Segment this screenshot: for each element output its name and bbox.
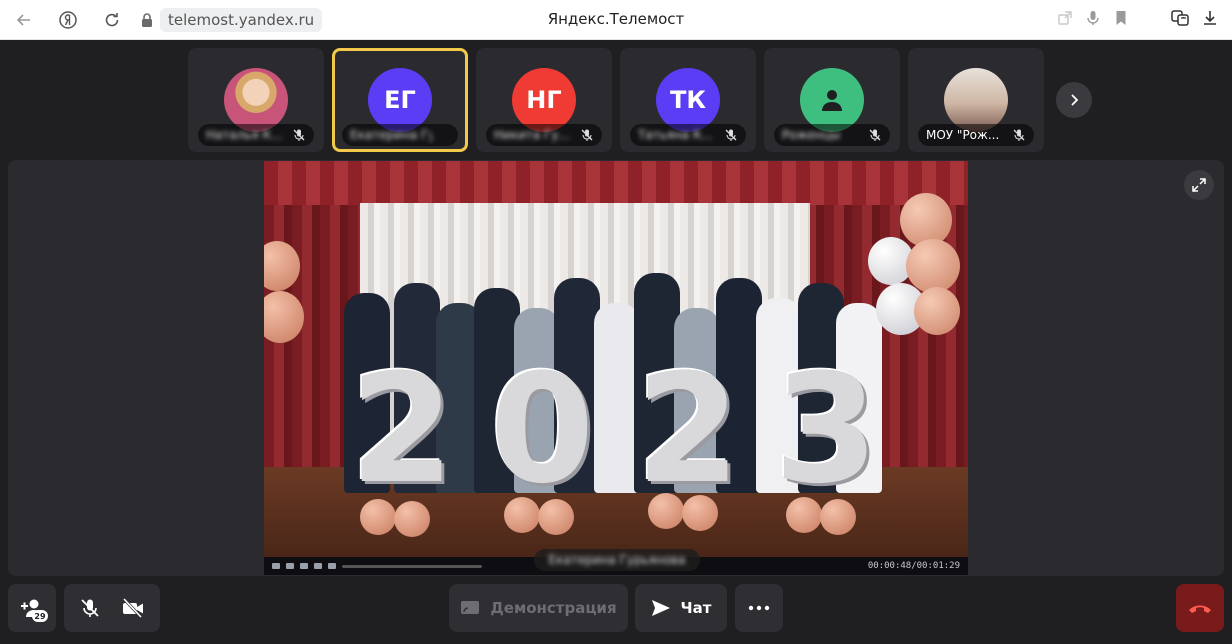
- balloon: [914, 287, 960, 335]
- mic-off-icon: [293, 129, 305, 141]
- screen-share-icon: [461, 601, 480, 614]
- participant-name: Роженцы: [782, 128, 841, 142]
- participant-avatar-photo: [944, 68, 1008, 132]
- prev-control-icon[interactable]: [314, 563, 322, 569]
- microphone-icon[interactable]: [1084, 9, 1102, 27]
- camera-off-icon[interactable]: [121, 597, 145, 619]
- screen-share-button[interactable]: Демонстрация: [449, 584, 628, 632]
- chat-label: Чат: [680, 599, 712, 617]
- balloon: [906, 239, 960, 293]
- chat-button[interactable]: Чат: [635, 584, 727, 632]
- reload-icon: [105, 13, 119, 27]
- year-digit: 0: [490, 343, 595, 517]
- participant-nameplate: Никита Гу...: [486, 124, 602, 146]
- balloon: [820, 499, 856, 535]
- balloon: [648, 493, 684, 529]
- download-icon[interactable]: [1200, 8, 1220, 28]
- telemost-app: Наталья К... ЕГ Екатерина Гу... НГ Никит…: [0, 40, 1232, 644]
- mic-off-icon: [581, 129, 593, 141]
- invite-participants-button[interactable]: 29: [8, 584, 56, 632]
- participant-strip: Наталья К... ЕГ Екатерина Гу... НГ Никит…: [188, 48, 1044, 152]
- participant-name: Татьяна К...: [638, 128, 713, 142]
- year-digit: 2: [636, 343, 741, 517]
- participant-tile[interactable]: Роженцы: [764, 48, 900, 152]
- video-timecode: 00:00:48/00:01:29: [867, 561, 960, 571]
- balloon: [682, 495, 718, 531]
- more-button[interactable]: [735, 584, 783, 632]
- balloon: [786, 497, 822, 533]
- stop-control-icon[interactable]: [300, 563, 308, 569]
- participant-nameplate: Наталья К...: [198, 124, 314, 146]
- next-control-icon[interactable]: [328, 563, 336, 569]
- participant-avatar-photo: [224, 68, 288, 132]
- more-dots-icon: [748, 605, 770, 611]
- send-icon: [651, 600, 670, 616]
- mic-off-icon[interactable]: [79, 597, 101, 619]
- participant-avatar-initials: НГ: [512, 68, 576, 132]
- participant-tile[interactable]: МОУ "Рож...: [908, 48, 1044, 152]
- main-stage: 2 0 2 3 00:00:48/00:01:29 Екатерина Гурь…: [8, 160, 1224, 576]
- participant-nameplate: Роженцы: [774, 124, 890, 146]
- participant-avatar-initials: ТК: [656, 68, 720, 132]
- chevron-right-icon: [1071, 94, 1079, 106]
- strip-next-button[interactable]: [1056, 82, 1092, 118]
- participants-count-badge: 29: [32, 610, 48, 622]
- browser-right-icons: [1056, 8, 1220, 28]
- speaker-nameplate: Екатерина Гурьянова: [534, 549, 700, 571]
- bookmark-icon[interactable]: [1112, 9, 1130, 27]
- lock-icon: [142, 13, 152, 27]
- fullscreen-button[interactable]: [1184, 170, 1214, 200]
- balloon: [504, 497, 540, 533]
- mic-off-icon: [869, 129, 881, 141]
- screen-share-label: Демонстрация: [490, 599, 617, 617]
- participant-tile[interactable]: ТК Татьяна К...: [620, 48, 756, 152]
- participant-name: Наталья К...: [206, 128, 283, 142]
- speaker-name: Екатерина Гурьянова: [548, 553, 686, 567]
- mic-off-icon: [725, 129, 737, 141]
- year-digit: 2: [350, 343, 455, 517]
- browser-toolbar: telemost.yandex.ru Яндекс.Телемост: [0, 0, 1232, 40]
- translate-icon[interactable]: [1170, 8, 1190, 28]
- participant-tile-active[interactable]: ЕГ Екатерина Гу...: [332, 48, 468, 152]
- expand-icon: [1192, 178, 1206, 192]
- yandex-logo-icon: [59, 11, 77, 29]
- reload-button[interactable]: [100, 8, 124, 32]
- participant-nameplate: Татьяна К...: [630, 124, 746, 146]
- url-text[interactable]: telemost.yandex.ru: [160, 8, 323, 32]
- balloon: [538, 499, 574, 535]
- curtain-valance: [264, 161, 968, 205]
- participant-avatar-default: [800, 68, 864, 132]
- mic-off-icon: [1013, 129, 1025, 141]
- pause-control-icon[interactable]: [286, 563, 294, 569]
- external-link-icon[interactable]: [1056, 9, 1074, 27]
- end-call-button[interactable]: [1176, 584, 1224, 632]
- participant-tile[interactable]: Наталья К...: [188, 48, 324, 152]
- address-bar[interactable]: telemost.yandex.ru: [140, 8, 323, 32]
- participant-nameplate: Екатерина Гу...: [342, 124, 458, 146]
- participant-tile[interactable]: НГ Никита Гу...: [476, 48, 612, 152]
- participant-name: МОУ "Рож...: [926, 128, 1000, 142]
- balloon: [360, 499, 396, 535]
- yandex-button[interactable]: [56, 8, 80, 32]
- arrow-left-icon: [16, 14, 30, 26]
- year-digit: 3: [774, 343, 879, 517]
- call-toolbar: 29 Демонстрация Чат: [0, 584, 1232, 636]
- participant-name: Екатерина Гу...: [350, 128, 432, 142]
- participant-nameplate: МОУ "Рож...: [918, 124, 1034, 146]
- person-icon: [822, 90, 842, 111]
- hang-up-icon: [1189, 605, 1211, 613]
- play-control-icon[interactable]: [272, 563, 280, 569]
- shared-video[interactable]: 2 0 2 3 00:00:48/00:01:29: [264, 161, 968, 575]
- participant-name: Никита Гу...: [494, 128, 570, 142]
- media-controls: [64, 584, 160, 632]
- balloon: [394, 501, 430, 537]
- seek-bar[interactable]: [342, 564, 482, 568]
- back-button[interactable]: [12, 8, 36, 32]
- participant-avatar-initials: ЕГ: [368, 68, 432, 132]
